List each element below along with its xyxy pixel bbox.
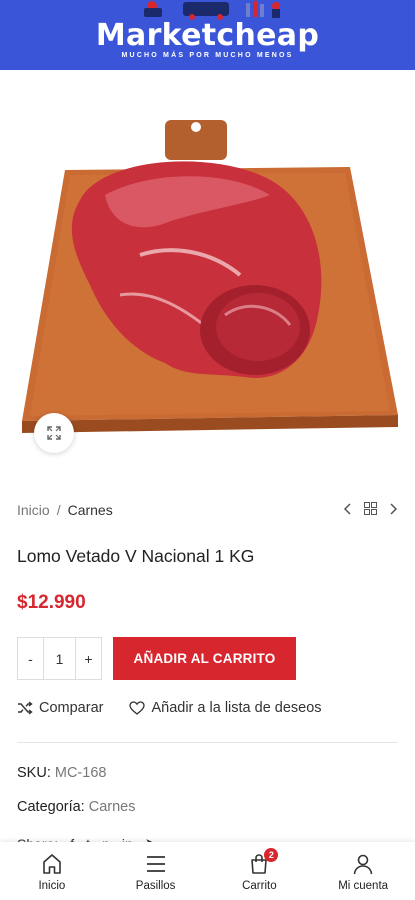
zoom-button[interactable]: [34, 413, 74, 453]
home-icon: [43, 854, 61, 874]
shuffle-icon: [18, 701, 33, 715]
chevron-left-icon: [343, 502, 351, 515]
nav-home-label: Inicio: [38, 880, 66, 892]
product-image[interactable]: [10, 115, 405, 440]
quantity-stepper: - 1 +: [17, 637, 102, 680]
breadcrumb-current[interactable]: Carnes: [68, 502, 113, 518]
wishlist-label: Añadir a la lista de deseos: [151, 700, 322, 716]
category-label: Categoría:: [17, 799, 85, 815]
bottom-navigation: Inicio Pasillos 2 Carrito Mi cuenta: [0, 842, 415, 900]
product-navigation: [343, 502, 398, 515]
breadcrumb-separator: /: [56, 502, 61, 518]
compare-label: Comparar: [39, 700, 104, 716]
site-header: Marketcheap MUCHO MÁS POR MUCHO MENOS: [0, 0, 415, 70]
heart-icon: [129, 701, 146, 715]
nav-home[interactable]: Inicio: [0, 842, 104, 900]
wishlist-button[interactable]: Añadir a la lista de deseos: [129, 700, 322, 716]
prev-product-button[interactable]: [343, 502, 351, 515]
nav-cart-label: Carrito: [242, 880, 277, 892]
breadcrumb: Inicio / Carnes: [17, 502, 113, 518]
product-gallery: [0, 70, 415, 470]
expand-icon: [47, 426, 61, 440]
product-title: Lomo Vetado V Nacional 1 KG: [17, 546, 255, 566]
logo-text[interactable]: Marketcheap: [0, 18, 415, 53]
category-link[interactable]: Carnes: [89, 799, 136, 815]
next-product-button[interactable]: [390, 502, 398, 515]
add-to-cart-button[interactable]: AÑADIR AL CARRITO: [113, 637, 296, 680]
chevron-right-icon: [390, 502, 398, 515]
compare-button[interactable]: Comparar: [17, 700, 103, 716]
quantity-decrease-button[interactable]: -: [18, 638, 43, 679]
user-icon: [353, 854, 373, 875]
cart-count-badge: 2: [264, 848, 279, 862]
nav-cart[interactable]: 2 Carrito: [208, 842, 312, 900]
grid-icon: [364, 502, 377, 515]
sku-label: SKU:: [17, 765, 51, 781]
nav-aisles-label: Pasillos: [135, 880, 176, 892]
menu-icon: [146, 856, 165, 872]
sku-value: MC-168: [54, 765, 107, 781]
nav-aisles[interactable]: Pasillos: [104, 842, 208, 900]
quantity-input[interactable]: 1: [43, 638, 76, 679]
breadcrumb-home[interactable]: Inicio: [17, 502, 50, 518]
divider: [17, 742, 398, 743]
product-sku: SKU: MC-168: [17, 765, 106, 781]
all-products-button[interactable]: [364, 502, 377, 515]
nav-account[interactable]: Mi cuenta: [311, 842, 415, 900]
logo-tagline: MUCHO MÁS POR MUCHO MENOS: [121, 52, 294, 59]
nav-account-label: Mi cuenta: [338, 880, 389, 892]
product-actions: Comparar Añadir a la lista de deseos: [17, 700, 322, 716]
product-price: $12.990: [17, 592, 86, 613]
quantity-increase-button[interactable]: +: [76, 638, 101, 679]
product-category: Categoría: Carnes: [17, 799, 136, 815]
